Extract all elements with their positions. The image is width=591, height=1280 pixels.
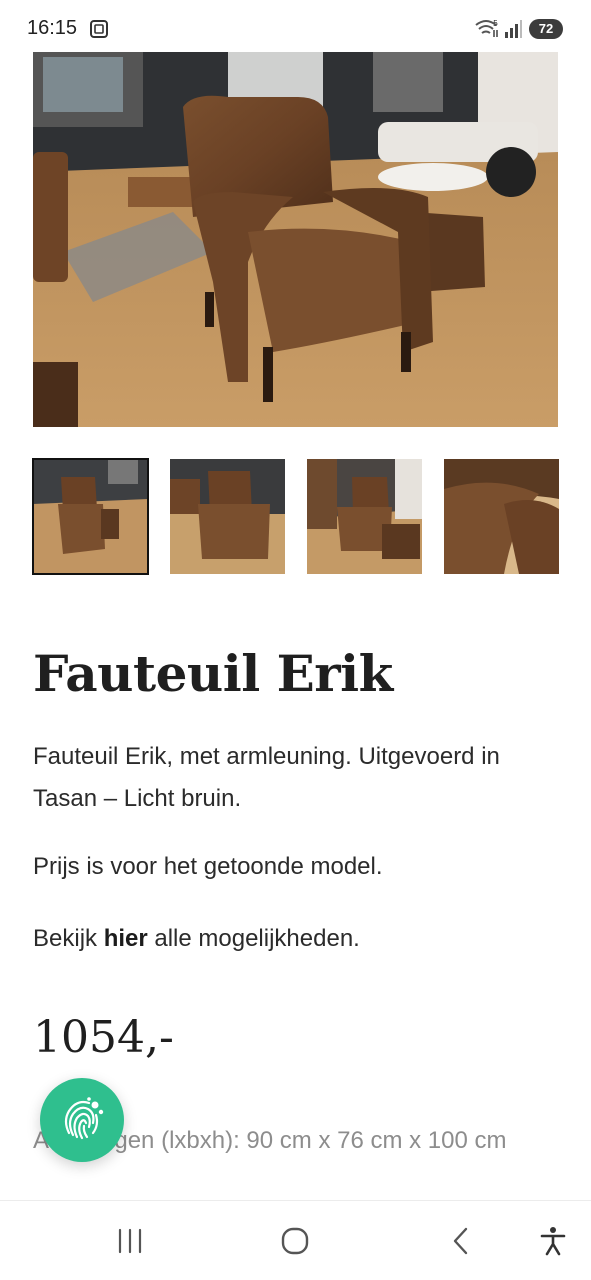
home-icon <box>281 1227 309 1255</box>
thumbnail-2[interactable] <box>170 459 285 574</box>
armchair-photo <box>33 52 558 427</box>
svg-text:5: 5 <box>493 19 498 28</box>
wifi-icon: 5 <box>475 19 498 37</box>
price-note: Prijs is voor het getoonde model. <box>33 853 383 880</box>
product-title: Fauteuil Erik <box>33 644 393 703</box>
accessibility-icon <box>540 1227 566 1256</box>
product-price: 1054,- <box>33 1012 174 1063</box>
back-icon <box>453 1227 468 1255</box>
options-line: Bekijk hier alle mogelijkheden. <box>33 918 558 960</box>
options-prefix: Bekijk <box>33 925 104 952</box>
back-button[interactable] <box>441 1223 481 1259</box>
dimensions-text: ngen (lxbxh): 90 cm x 76 cm x 100 cm <box>101 1127 507 1154</box>
accessibility-button[interactable] <box>533 1223 573 1259</box>
status-bar: 16:15 5 72 <box>0 0 591 58</box>
thumbnail-1[interactable] <box>32 458 149 575</box>
home-button[interactable] <box>275 1223 315 1259</box>
battery-level: 72 <box>538 21 554 36</box>
signal-icon <box>505 20 522 38</box>
system-nav-bar <box>0 1201 591 1280</box>
fingerprint-icon <box>64 1097 104 1140</box>
fingerprint-button[interactable] <box>40 1078 124 1162</box>
main-product-image[interactable] <box>33 52 558 427</box>
options-suffix: alle mogelijkheden. <box>147 925 360 952</box>
recent-apps-button[interactable] <box>110 1223 150 1259</box>
thumbnail-3[interactable] <box>307 459 422 574</box>
recent-apps-icon <box>118 1228 142 1254</box>
battery-icon: 72 <box>529 19 563 39</box>
status-time: 16:15 <box>27 17 78 39</box>
thumbnail-4[interactable] <box>444 459 559 574</box>
product-description: Fauteuil Erik, met armleuning. Uitgevoer… <box>33 743 500 812</box>
sim-icon <box>90 20 108 38</box>
options-link[interactable]: hier <box>104 925 148 952</box>
